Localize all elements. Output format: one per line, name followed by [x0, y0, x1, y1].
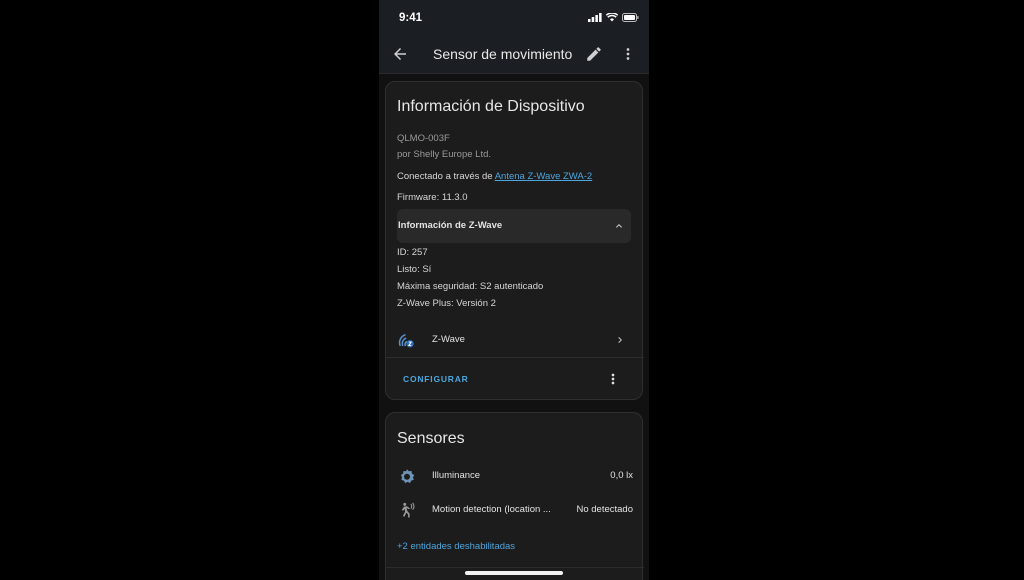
zwave-security: Máxima seguridad: S2 autenticado [397, 281, 544, 292]
zwave-info-expander[interactable]: Información de Z-Wave [397, 209, 631, 243]
hub-link[interactable]: Antena Z-Wave ZWA-2 [495, 171, 593, 182]
entity-value: No detectado [576, 504, 633, 515]
connected-via: Conectado a través de Antena Z-Wave ZWA-… [397, 171, 592, 182]
zwave-plus: Z-Wave Plus: Versión 2 [397, 298, 496, 309]
entity-row-illuminance[interactable]: Illuminance 0,0 lx [386, 462, 644, 490]
device-manufacturer: por Shelly Europe Ltd. [397, 149, 492, 160]
motion-sensor-icon [401, 502, 415, 518]
more-vert-icon[interactable] [604, 371, 622, 387]
signal-icon [588, 13, 602, 22]
entity-label: Illuminance [432, 470, 481, 481]
chevron-right-icon [618, 337, 622, 343]
status-bar: 9:41 [379, 0, 649, 34]
integration-label: Z-Wave [432, 334, 465, 345]
device-model: QLMO-003F [397, 133, 450, 144]
entity-label: Motion detection (location ... [432, 504, 551, 515]
app-bar: Sensor de movimiento [379, 34, 649, 74]
page-title: Sensor de movimiento [433, 46, 573, 62]
firmware-version: Firmware: 11.3.0 [397, 192, 468, 203]
phone-screen: 9:41 Sensor de movimiento Información de… [379, 0, 649, 580]
card-divider [386, 567, 644, 568]
integration-row-zwave[interactable]: Z-Wave [386, 326, 644, 354]
entity-row-motion[interactable]: Motion detection (location ... No detect… [386, 496, 644, 524]
device-info-card: Información de Dispositivo QLMO-003F por… [385, 81, 644, 400]
card-divider [386, 357, 644, 358]
zwave-info-header: Información de Z-Wave [398, 220, 503, 231]
status-time: 9:41 [399, 12, 423, 24]
connected-prefix: Conectado a través de [397, 171, 495, 182]
wifi-icon [606, 13, 618, 22]
entity-value: 0,0 lx [610, 470, 633, 481]
sensors-title: Sensores [397, 430, 465, 447]
status-icons [588, 13, 639, 22]
configure-button[interactable]: CONFIGURAR [403, 374, 469, 384]
home-indicator[interactable] [465, 571, 563, 575]
more-vert-icon[interactable] [619, 45, 637, 63]
chevron-up-icon [616, 224, 622, 228]
back-arrow-icon[interactable] [391, 45, 409, 63]
sensors-card: Sensores Illuminance 0,0 lx Motion detec… [385, 412, 644, 580]
disabled-entities-link[interactable]: +2 entidades deshabilitadas [397, 541, 515, 552]
zwave-id: ID: 257 [397, 247, 428, 258]
device-info-title: Información de Dispositivo [397, 98, 585, 115]
zwave-icon [398, 334, 414, 348]
pencil-icon[interactable] [585, 45, 603, 63]
zwave-ready: Listo: Sí [397, 264, 432, 275]
brightness-icon [400, 469, 415, 484]
battery-icon [622, 13, 639, 22]
